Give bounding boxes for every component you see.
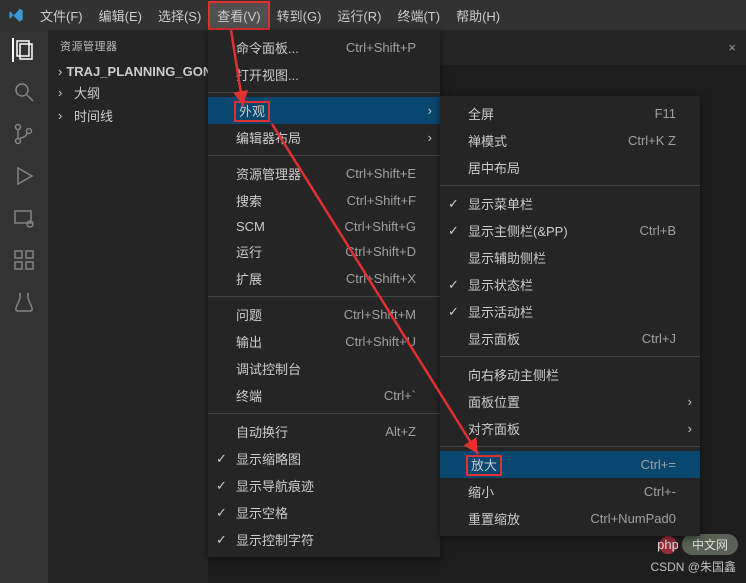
- menu-editor-layout[interactable]: 编辑器布局›: [208, 124, 440, 151]
- menu-menubar[interactable]: ✓显示菜单栏: [440, 190, 700, 217]
- chevron-right-icon: ›: [58, 85, 70, 100]
- menu-go[interactable]: 转到(G): [269, 2, 330, 29]
- chevron-right-icon: ›: [688, 394, 692, 409]
- menu-separator: [440, 446, 700, 447]
- menu-move-sidebar[interactable]: 向右移动主侧栏: [440, 361, 700, 388]
- menu-explorer[interactable]: 资源管理器Ctrl+Shift+E: [208, 160, 440, 187]
- chevron-right-icon: ›: [688, 421, 692, 436]
- menu-centered-layout[interactable]: 居中布局: [440, 154, 700, 181]
- sidebar-title: 资源管理器: [48, 30, 208, 62]
- svg-text:php: php: [658, 537, 678, 552]
- menu-view[interactable]: 查看(V): [209, 2, 268, 29]
- activitybar: [0, 30, 48, 583]
- menu-fullscreen[interactable]: 全屏F11: [440, 100, 700, 127]
- testing-icon[interactable]: [12, 290, 36, 314]
- check-icon: ✓: [216, 478, 227, 494]
- menu-terminal[interactable]: 终端(T): [389, 2, 448, 29]
- menu-activity-bar[interactable]: ✓显示活动栏: [440, 298, 700, 325]
- menu-output[interactable]: 输出Ctrl+Shift+U: [208, 328, 440, 355]
- menu-debug-console[interactable]: 调试控制台: [208, 355, 440, 382]
- vscode-logo-icon: [8, 7, 24, 23]
- extensions-icon[interactable]: [12, 248, 36, 272]
- menu-terminal[interactable]: 终端Ctrl+`: [208, 382, 440, 409]
- chevron-right-icon: ›: [428, 103, 432, 118]
- menu-separator: [208, 92, 440, 93]
- menu-zoom-out[interactable]: 缩小Ctrl+-: [440, 478, 700, 505]
- check-icon: ✓: [216, 451, 227, 467]
- check-icon: ✓: [448, 196, 459, 212]
- menu-zoom-reset[interactable]: 重置缩放Ctrl+NumPad0: [440, 505, 700, 532]
- menubar: 文件(F) 编辑(E) 选择(S) 查看(V) 转到(G) 运行(R) 终端(T…: [32, 2, 508, 29]
- sidebar: 资源管理器 ›TRAJ_PLANNING_GONGN ›大纲 ›时间线: [48, 30, 208, 583]
- menu-zen-mode[interactable]: 禅模式Ctrl+K Z: [440, 127, 700, 154]
- check-icon: ✓: [216, 532, 227, 548]
- menu-open-view[interactable]: 打开视图...: [208, 61, 440, 88]
- menu-control-chars[interactable]: ✓显示控制字符: [208, 526, 440, 553]
- menu-whitespace[interactable]: ✓显示空格: [208, 499, 440, 526]
- explorer-icon[interactable]: [12, 38, 36, 62]
- php-logo-icon: php: [658, 535, 678, 555]
- menu-separator: [440, 185, 700, 186]
- menu-minimap[interactable]: ✓显示缩略图: [208, 445, 440, 472]
- chevron-right-icon: ›: [58, 64, 62, 79]
- check-icon: ✓: [216, 505, 227, 521]
- close-icon[interactable]: ×: [728, 40, 736, 55]
- menu-align-panel[interactable]: 对齐面板›: [440, 415, 700, 442]
- run-debug-icon[interactable]: [12, 164, 36, 188]
- menu-separator: [208, 413, 440, 414]
- menu-edit[interactable]: 编辑(E): [91, 2, 150, 29]
- menu-search[interactable]: 搜索Ctrl+Shift+F: [208, 187, 440, 214]
- menu-status-bar[interactable]: ✓显示状态栏: [440, 271, 700, 298]
- menu-breadcrumbs[interactable]: ✓显示导航痕迹: [208, 472, 440, 499]
- chevron-right-icon: ›: [428, 130, 432, 145]
- check-icon: ✓: [448, 277, 459, 293]
- menu-run[interactable]: 运行(R): [329, 2, 389, 29]
- appearance-submenu: 全屏F11 禅模式Ctrl+K Z 居中布局 ✓显示菜单栏 ✓显示主侧栏(&PP…: [440, 96, 700, 536]
- csdn-attribution: CSDN @朱国鑫: [650, 558, 736, 575]
- menu-scm[interactable]: SCMCtrl+Shift+G: [208, 214, 440, 238]
- menu-separator: [440, 356, 700, 357]
- menu-select[interactable]: 选择(S): [150, 2, 209, 29]
- titlebar: 文件(F) 编辑(E) 选择(S) 查看(V) 转到(G) 运行(R) 终端(T…: [0, 0, 746, 30]
- check-icon: ✓: [448, 223, 459, 239]
- menu-separator: [208, 155, 440, 156]
- menu-panel[interactable]: 显示面板Ctrl+J: [440, 325, 700, 352]
- menu-secondary-sidebar[interactable]: 显示辅助侧栏: [440, 244, 700, 271]
- search-icon[interactable]: [12, 80, 36, 104]
- remote-icon[interactable]: [12, 206, 36, 230]
- menu-primary-sidebar[interactable]: ✓显示主侧栏(&PP)Ctrl+B: [440, 217, 700, 244]
- tree-outline[interactable]: ›大纲: [48, 81, 208, 104]
- chevron-right-icon: ›: [58, 108, 70, 123]
- menu-zoom-in[interactable]: 放大Ctrl+=: [440, 451, 700, 478]
- view-menu: 命令面板...Ctrl+Shift+P 打开视图... 外观› 编辑器布局› 资…: [208, 30, 440, 557]
- menu-appearance[interactable]: 外观›: [208, 97, 440, 124]
- menu-word-wrap[interactable]: 自动换行Alt+Z: [208, 418, 440, 445]
- menu-help[interactable]: 帮助(H): [448, 2, 508, 29]
- tree-project[interactable]: ›TRAJ_PLANNING_GONGN: [48, 62, 208, 81]
- menu-extensions[interactable]: 扩展Ctrl+Shift+X: [208, 265, 440, 292]
- source-control-icon[interactable]: [12, 122, 36, 146]
- check-icon: ✓: [448, 304, 459, 320]
- menu-run[interactable]: 运行Ctrl+Shift+D: [208, 238, 440, 265]
- menu-separator: [208, 296, 440, 297]
- menu-problems[interactable]: 问题Ctrl+Shift+M: [208, 301, 440, 328]
- tree-timeline[interactable]: ›时间线: [48, 104, 208, 127]
- menu-panel-position[interactable]: 面板位置›: [440, 388, 700, 415]
- watermark: php 中文网: [658, 534, 738, 555]
- menu-command-palette[interactable]: 命令面板...Ctrl+Shift+P: [208, 34, 440, 61]
- menu-file[interactable]: 文件(F): [32, 2, 91, 29]
